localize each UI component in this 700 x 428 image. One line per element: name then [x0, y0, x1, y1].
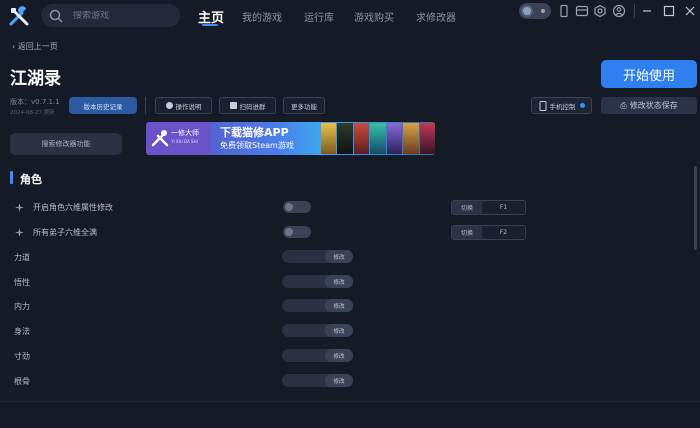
nav-home[interactable]: 主页: [198, 6, 224, 26]
hotkey-box[interactable]: 切换 F2: [451, 225, 526, 240]
more-features-button[interactable]: 更多功能: [283, 97, 325, 114]
game-search[interactable]: [41, 4, 180, 27]
value-input[interactable]: 修改: [282, 374, 353, 387]
modify-button[interactable]: 修改: [325, 349, 353, 362]
back-label: 返回上一页: [17, 42, 58, 51]
search-input[interactable]: [73, 10, 173, 21]
phone-control-label: 手机控制: [549, 102, 576, 111]
phone-icon: [539, 100, 546, 111]
banner-brand-sub: YI XIU DA SHI: [171, 139, 198, 144]
value-input[interactable]: 修改: [282, 324, 353, 337]
banner-logo: 一修大师 YI XIU DA SHI: [146, 122, 210, 155]
hotkey-box[interactable]: 切换 F1: [451, 200, 526, 215]
scan-join-label: 扫码进群: [239, 102, 266, 111]
phone-control-button[interactable]: 手机控制: [531, 97, 592, 114]
value-input[interactable]: 修改: [282, 299, 353, 312]
promo-banner[interactable]: 一修大师 YI XIU DA SHI 下载猫修APP 免费领取Steam游戏: [146, 122, 435, 155]
value-input[interactable]: 修改: [282, 349, 353, 362]
search-icon: [49, 9, 63, 23]
banner-title: 下载猫修APP: [220, 126, 289, 139]
maximize-icon[interactable]: [662, 4, 676, 18]
row-label: 寸劲: [14, 352, 30, 361]
instructions-label: 操作说明: [175, 102, 202, 111]
row-label: 身法: [14, 327, 30, 336]
hotkey-action: 切换: [452, 226, 482, 239]
card-icon[interactable]: [575, 4, 589, 18]
qr-icon: [229, 102, 237, 109]
nav-active-indicator: [202, 24, 218, 26]
version-date: 2024-08-27 更新: [10, 110, 55, 116]
section-title: 角色: [20, 173, 42, 186]
theme-toggle-icon[interactable]: [519, 3, 551, 19]
settings-icon[interactable]: [593, 4, 607, 18]
status-dot-icon: [579, 103, 585, 108]
sparkle-icon: [15, 203, 24, 212]
nav-request-trainer[interactable]: 求修改器: [416, 6, 456, 26]
footer-divider: [0, 401, 700, 402]
save-state-label: 修改状态保存: [629, 101, 678, 110]
nav-my-games[interactable]: 我的游戏: [242, 6, 282, 26]
modify-button[interactable]: 修改: [325, 250, 353, 263]
feature-toggle[interactable]: [283, 201, 311, 213]
row-label: 力道: [14, 253, 30, 262]
modify-button[interactable]: 修改: [325, 299, 353, 312]
row-label: 开启角色六维属性修改: [33, 203, 113, 212]
scrollbar[interactable]: [694, 166, 697, 250]
value-input[interactable]: 修改: [282, 250, 353, 263]
hotkey-key: F2: [499, 229, 508, 236]
start-button[interactable]: 开始使用: [601, 60, 697, 88]
user-icon[interactable]: [612, 4, 626, 18]
version-history-button[interactable]: 版本历史记录: [69, 97, 137, 114]
back-link[interactable]: ‹ 返回上一页: [12, 41, 58, 52]
toolbar-divider: [145, 97, 146, 114]
close-icon[interactable]: [683, 4, 697, 18]
instructions-button[interactable]: 操作说明: [155, 97, 212, 114]
phone-icon[interactable]: [557, 4, 571, 18]
modify-button[interactable]: 修改: [325, 275, 353, 288]
search-trainer-features-button[interactable]: 搜索修改器功能: [10, 133, 122, 155]
row-label: 内力: [14, 302, 30, 311]
row-label: 悟性: [14, 278, 30, 287]
nav-game-purchase[interactable]: 游戏购买: [354, 6, 394, 26]
game-title: 江湖录: [10, 69, 61, 89]
version-text: 版本：v0.7.1.1: [10, 98, 60, 106]
hotkey-key: F1: [499, 204, 508, 211]
hotkey-action: 切换: [452, 201, 482, 214]
tools-logo-icon: [151, 130, 169, 147]
modify-button[interactable]: 修改: [325, 324, 353, 337]
minimize-icon[interactable]: [640, 4, 654, 18]
modify-button[interactable]: 修改: [325, 374, 353, 387]
tools-logo-icon: [9, 6, 29, 26]
nav-runtime[interactable]: 运行库: [304, 6, 334, 26]
row-label: 根骨: [14, 377, 30, 386]
banner-brand: 一修大师: [171, 129, 199, 137]
banner-subtitle: 免费领取Steam游戏: [220, 141, 294, 150]
info-icon: [165, 102, 173, 109]
sparkle-icon: [15, 228, 24, 237]
feature-toggle[interactable]: [283, 226, 311, 238]
scan-join-group-button[interactable]: 扫码进群: [219, 97, 276, 114]
row-label: 所有弟子六维全满: [33, 228, 97, 237]
section-marker: [10, 171, 13, 184]
banner-game-art: [321, 123, 435, 154]
titlebar-divider: [634, 4, 635, 18]
save-icon: ⎙: [620, 100, 627, 110]
value-input[interactable]: 修改: [282, 275, 353, 288]
save-state-button[interactable]: ⎙ 修改状态保存: [601, 97, 697, 114]
